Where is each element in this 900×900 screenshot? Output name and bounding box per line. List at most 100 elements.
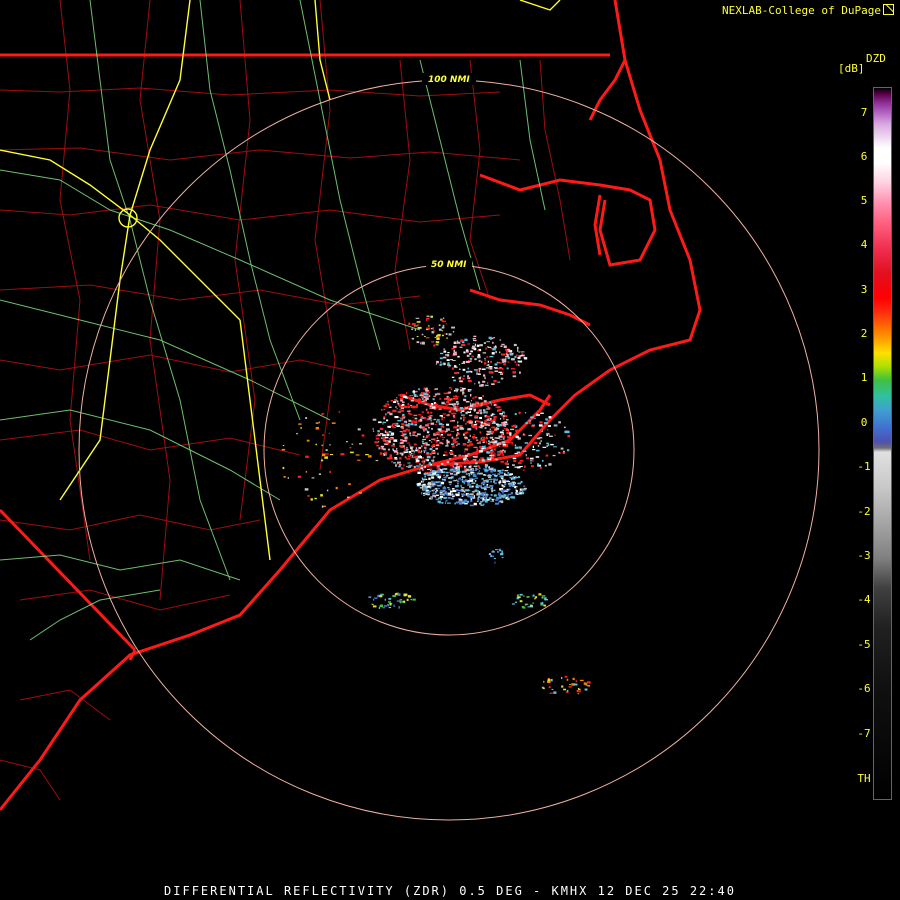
echo-pixel bbox=[468, 408, 473, 411]
echo-pixel bbox=[485, 367, 490, 369]
echo-pixel bbox=[435, 344, 439, 346]
echo-pixel bbox=[428, 473, 431, 476]
echo-pixel bbox=[453, 365, 457, 367]
echo-pixel bbox=[498, 371, 502, 373]
echo-pixel bbox=[305, 455, 309, 458]
echo-pixel bbox=[413, 451, 415, 453]
nexlab-logo-icon bbox=[883, 4, 894, 15]
echo-pixel bbox=[474, 405, 476, 407]
echo-pixel bbox=[512, 475, 514, 478]
echo-pixel bbox=[470, 394, 472, 397]
echo-pixel bbox=[561, 676, 563, 680]
echo-pixel bbox=[566, 689, 569, 692]
echo-pixel bbox=[490, 480, 492, 483]
echo-pixel bbox=[425, 424, 429, 427]
echo-pixel bbox=[428, 462, 431, 465]
echo-pixel bbox=[324, 456, 328, 459]
echo-pixel bbox=[385, 440, 389, 443]
echo-pixel bbox=[530, 465, 534, 468]
echo-pixel bbox=[304, 488, 309, 491]
echo-pixel bbox=[469, 405, 472, 407]
echo-pixel bbox=[414, 417, 418, 420]
echo-pixel bbox=[424, 475, 426, 478]
echo-pixel bbox=[449, 483, 452, 486]
echo-pixel bbox=[421, 445, 423, 448]
echo-pixel bbox=[399, 599, 403, 601]
echo-pixel bbox=[470, 441, 473, 443]
echo-pixel bbox=[509, 352, 512, 355]
echo-pixel bbox=[467, 379, 472, 383]
echo-pixel bbox=[474, 470, 477, 471]
echo-pixel bbox=[427, 491, 430, 494]
echo-pixel bbox=[498, 501, 500, 504]
echo-pixel bbox=[393, 401, 396, 403]
echo-pixel bbox=[407, 403, 410, 406]
echo-pixel bbox=[472, 497, 476, 499]
echo-pixel bbox=[456, 433, 460, 435]
echo-pixel bbox=[514, 485, 517, 489]
echo-pixel bbox=[540, 429, 543, 432]
echo-pixel bbox=[469, 504, 474, 507]
echo-pixel bbox=[357, 428, 361, 431]
echo-pixel bbox=[416, 321, 420, 323]
echo-pixel bbox=[442, 438, 444, 441]
echo-pixel bbox=[587, 684, 591, 687]
echo-pixel bbox=[379, 433, 384, 435]
echo-pixel bbox=[331, 422, 336, 424]
echo-pixel bbox=[413, 465, 416, 468]
echo-pixel bbox=[572, 677, 575, 681]
echo-pixel bbox=[456, 480, 460, 483]
echo-pixel bbox=[425, 408, 428, 411]
echo-pixel bbox=[448, 488, 451, 491]
echo-pixel bbox=[494, 367, 498, 370]
echo-pixel bbox=[543, 422, 548, 425]
echo-pixel bbox=[355, 454, 360, 456]
echo-pixel bbox=[453, 454, 455, 457]
echo-pixel bbox=[287, 477, 289, 479]
echo-pixel bbox=[400, 434, 405, 436]
echo-pixel bbox=[436, 337, 440, 340]
echo-pixel bbox=[409, 454, 412, 456]
echo-pixel bbox=[532, 445, 534, 449]
echo-pixel bbox=[530, 462, 532, 464]
echo-pixel bbox=[348, 483, 351, 486]
echo-pixel bbox=[474, 343, 476, 346]
echo-pixel bbox=[379, 595, 383, 598]
echo-pixel bbox=[427, 481, 431, 484]
echo-pixel bbox=[443, 464, 447, 466]
echo-pixel bbox=[478, 470, 480, 472]
echo-pixel bbox=[488, 371, 491, 373]
echo-pixel bbox=[499, 471, 504, 474]
echo-pixel bbox=[430, 420, 432, 422]
echo-pixel bbox=[546, 442, 549, 445]
echo-pixel bbox=[545, 418, 548, 421]
echo-pixel bbox=[394, 458, 398, 460]
echo-pixel bbox=[566, 430, 570, 434]
echo-pixel bbox=[426, 391, 431, 393]
echo-pixel bbox=[455, 444, 458, 447]
echo-pixel bbox=[428, 484, 431, 486]
echo-pixel bbox=[550, 678, 553, 682]
echo-pixel bbox=[502, 415, 505, 417]
echo-pixel bbox=[483, 362, 487, 365]
echo-pixel bbox=[502, 437, 505, 440]
echo-pixel bbox=[524, 412, 527, 414]
echo-pixel bbox=[395, 464, 397, 467]
echo-pixel bbox=[347, 496, 350, 499]
echo-pixel bbox=[391, 461, 393, 463]
echo-pixel bbox=[459, 389, 464, 392]
echo-pixel bbox=[502, 411, 505, 414]
echo-pixel bbox=[547, 679, 551, 682]
echo-pixel bbox=[471, 355, 474, 358]
echo-pixel bbox=[467, 377, 471, 380]
echo-pixel bbox=[523, 433, 525, 435]
echo-pixel bbox=[473, 348, 477, 351]
echo-pixel bbox=[437, 476, 442, 479]
echo-pixel bbox=[431, 476, 435, 479]
echo-pixel bbox=[452, 412, 457, 415]
echo-pixel bbox=[451, 443, 454, 445]
echo-pixel bbox=[500, 460, 504, 463]
echo-pixel bbox=[474, 415, 478, 418]
echo-pixel bbox=[420, 464, 423, 467]
echo-pixel bbox=[463, 398, 467, 402]
